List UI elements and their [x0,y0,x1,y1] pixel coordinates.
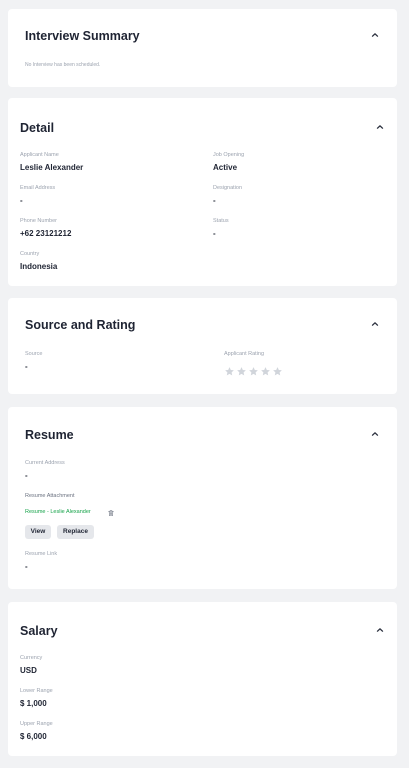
chevron-up-icon[interactable] [370,30,380,40]
source-rating-card: Source and Rating Source - Applicant Rat… [8,298,397,394]
upper-range-label: Upper Range [20,721,53,727]
status-label: Status [213,218,229,224]
source-rating-title: Source and Rating [25,318,136,332]
currency-value: USD [20,666,37,675]
star-icon[interactable] [260,366,271,377]
interview-empty-message: No Interview has been scheduled. [25,62,101,68]
view-resume-button[interactable]: View [25,525,51,539]
country-label: Country [20,251,40,257]
star-icon[interactable] [248,366,259,377]
detail-title: Detail [20,121,55,135]
trash-icon[interactable] [107,509,115,517]
star-icon[interactable] [236,366,247,377]
resume-attachment-label: Resume Attachment [25,493,75,499]
applicant-rating-label: Applicant Rating [224,351,265,357]
resume-link-label: Resume Link [25,551,58,557]
chevron-up-icon[interactable] [375,625,385,635]
salary-card: Salary Currency USD Lower Range $ 1,000 … [8,602,397,756]
resume-link-value: - [25,562,28,571]
chevron-up-icon[interactable] [370,429,380,439]
resume-title: Resume [25,428,74,442]
interview-summary-card: Interview Summary No Interview has been … [8,9,397,87]
star-icon[interactable] [272,366,283,377]
email-address-value: - [20,196,23,205]
current-address-label: Current Address [25,460,65,466]
applicant-name-label: Applicant Name [20,152,59,158]
interview-summary-title: Interview Summary [25,29,140,43]
applicant-rating-stars[interactable] [224,366,283,377]
salary-title: Salary [20,624,58,638]
job-opening-label: Job Opening [213,152,245,158]
status-value: - [213,229,216,238]
chevron-up-icon[interactable] [375,122,385,132]
star-icon[interactable] [224,366,235,377]
designation-value: - [213,196,216,205]
upper-range-value: $ 6,000 [20,732,47,741]
source-value: - [25,362,28,371]
detail-card: Detail Applicant Name Leslie Alexander J… [8,98,397,286]
chevron-up-icon[interactable] [370,319,380,329]
applicant-profile-page: Interview Summary No Interview has been … [0,0,409,768]
current-address-value: - [25,471,28,480]
phone-number-value: +62 23121212 [20,229,72,238]
email-address-label: Email Address [20,185,56,191]
replace-resume-button[interactable]: Replace [57,525,94,539]
source-label: Source [25,351,43,357]
currency-label: Currency [20,655,43,661]
resume-file-link[interactable]: Resume - Leslie Alexander [25,509,91,516]
phone-number-label: Phone Number [20,218,57,224]
country-value: Indonesia [20,262,58,271]
resume-card: Resume Current Address - Resume Attachme… [8,407,397,589]
lower-range-value: $ 1,000 [20,699,47,708]
lower-range-label: Lower Range [20,688,53,694]
designation-label: Designation [213,185,243,191]
job-opening-value: Active [213,163,238,172]
applicant-name-value: Leslie Alexander [20,163,84,172]
